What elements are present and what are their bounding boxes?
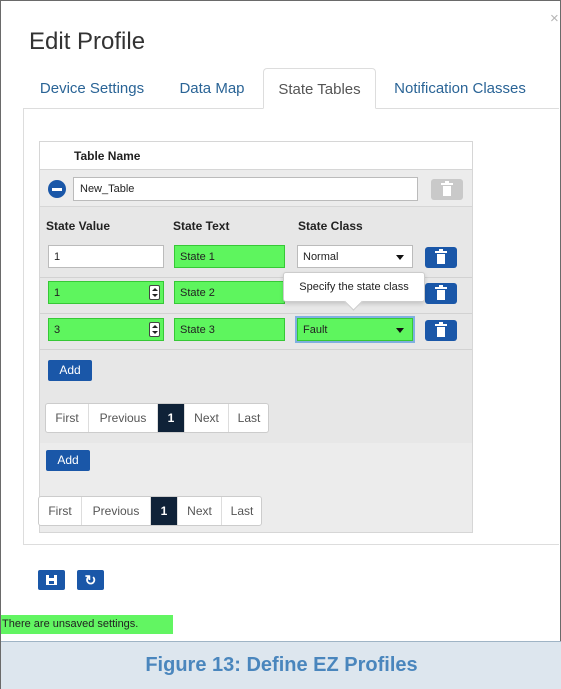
state-value-input[interactable]: 1: [48, 281, 164, 304]
tab-notification-classes[interactable]: Notification Classes: [389, 68, 531, 109]
page-previous[interactable]: Previous: [82, 497, 151, 525]
state-value-input[interactable]: 3: [48, 318, 164, 341]
page-last[interactable]: Last: [229, 404, 269, 432]
state-class-select[interactable]: Fault: [297, 318, 413, 341]
state-class-tooltip: Specify the state class: [283, 272, 425, 302]
page-previous[interactable]: Previous: [89, 404, 158, 432]
page-first[interactable]: First: [39, 497, 82, 525]
tab-bar: Device Settings Data Map State Tables No…: [31, 68, 531, 109]
dialog-title: Edit Profile: [29, 28, 146, 55]
table-name-header: Table Name: [40, 142, 472, 170]
delete-row-button[interactable]: [425, 283, 457, 304]
tab-data-map[interactable]: Data Map: [171, 68, 253, 109]
add-table-button[interactable]: Add: [46, 450, 90, 471]
state-value-text: 1: [54, 287, 61, 299]
add-state-button[interactable]: Add: [48, 360, 92, 381]
close-icon[interactable]: ×: [550, 11, 559, 26]
figure-caption: Figure 13: Define EZ Profiles: [1, 641, 561, 689]
trash-icon: [441, 181, 453, 196]
tab-device-settings[interactable]: Device Settings: [31, 68, 153, 109]
state-text-input[interactable]: State 1: [174, 245, 285, 268]
chevron-down-icon: [396, 255, 404, 260]
page-next[interactable]: Next: [185, 404, 229, 432]
state-table-panel: Table Name New_Table State Value State T…: [39, 141, 473, 533]
column-header-state-value: State Value: [46, 219, 111, 233]
state-class-value: Fault: [303, 324, 328, 336]
state-value-input[interactable]: 1: [48, 245, 164, 268]
spinner-arrows-icon[interactable]: [149, 322, 160, 337]
minus-circle-icon[interactable]: [48, 180, 66, 198]
page-first[interactable]: First: [46, 404, 89, 432]
table-name-label: Table Name: [74, 149, 141, 163]
edit-profile-dialog: × Edit Profile Device Settings Data Map …: [0, 0, 561, 689]
trash-icon: [435, 322, 447, 337]
spinner-arrows-icon[interactable]: [149, 285, 160, 300]
refresh-icon: ↻: [84, 572, 97, 588]
chevron-down-icon: [396, 328, 404, 333]
page-current[interactable]: 1: [151, 497, 178, 525]
outer-pagination: First Previous 1 Next Last: [38, 496, 262, 526]
state-text-input[interactable]: State 3: [174, 318, 285, 341]
state-value-text: 3: [54, 324, 61, 336]
page-next[interactable]: Next: [178, 497, 222, 525]
trash-icon: [435, 249, 447, 264]
page-current[interactable]: 1: [158, 404, 185, 432]
refresh-button[interactable]: ↻: [77, 570, 104, 590]
state-class-select[interactable]: Normal: [297, 245, 413, 268]
inner-pagination: First Previous 1 Next Last: [45, 403, 269, 433]
save-button[interactable]: [38, 570, 65, 590]
column-header-state-text: State Text: [173, 219, 230, 233]
state-class-value: Normal: [303, 251, 339, 263]
save-icon: [46, 575, 57, 585]
column-header-state-class: State Class: [298, 219, 363, 233]
state-rows-panel: State Value State Text State Class 1 Sta…: [40, 206, 472, 443]
delete-row-button[interactable]: [425, 247, 457, 268]
tab-state-tables[interactable]: State Tables: [263, 68, 376, 109]
state-text-input[interactable]: State 2: [174, 281, 285, 304]
page-last[interactable]: Last: [222, 497, 262, 525]
delete-table-button[interactable]: [431, 179, 463, 200]
unsaved-settings-message: There are unsaved settings.: [1, 615, 173, 634]
trash-icon: [435, 285, 447, 300]
delete-row-button[interactable]: [425, 320, 457, 341]
table-name-input[interactable]: New_Table: [73, 177, 418, 201]
